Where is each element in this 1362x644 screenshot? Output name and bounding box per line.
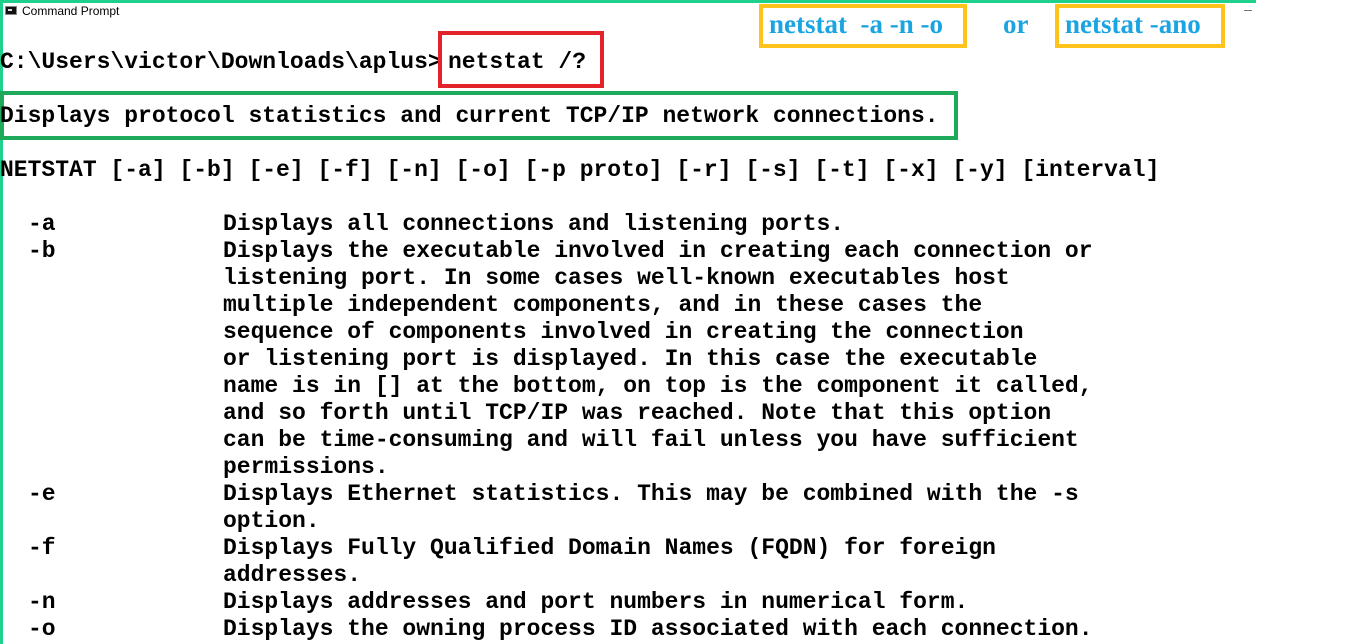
option-description-line: permissions. bbox=[223, 454, 389, 480]
annotation-or: or bbox=[1003, 9, 1029, 39]
option-description-line: Displays the executable involved in crea… bbox=[223, 238, 1093, 264]
option-description-line: multiple independent components, and in … bbox=[223, 292, 983, 318]
option-flag: -e bbox=[28, 481, 56, 507]
option-flag: -f bbox=[28, 535, 56, 561]
option-description-line: sequence of components involved in creat… bbox=[223, 319, 1024, 345]
option-description-line: Displays Fully Qualified Domain Names (F… bbox=[223, 535, 996, 561]
option-flag: -a bbox=[28, 211, 56, 237]
window-control-mark bbox=[1244, 10, 1252, 11]
option-description-line: can be time-consuming and will fail unle… bbox=[223, 427, 1079, 453]
option-description-line: or listening port is displayed. In this … bbox=[223, 346, 1038, 372]
annotation-split-flags: netstat -a -n -o bbox=[769, 9, 943, 39]
option-flag: -n bbox=[28, 589, 56, 615]
command-prompt-icon bbox=[5, 6, 17, 15]
option-flag: -b bbox=[28, 238, 56, 264]
option-description-line: Displays the owning process ID associate… bbox=[223, 616, 1093, 642]
command-prompt-window: Command Prompt netstat -a -n -o or netst… bbox=[0, 0, 1362, 644]
option-description-line: option. bbox=[223, 508, 320, 534]
usage-line: NETSTAT [-a] [-b] [-e] [-f] [-n] [-o] [-… bbox=[0, 157, 1160, 183]
option-description-line: and so forth until TCP/IP was reached. N… bbox=[223, 400, 1052, 426]
option-description-line: Displays Ethernet statistics. This may b… bbox=[223, 481, 1079, 507]
command-text[interactable]: netstat /? bbox=[448, 49, 586, 76]
annotation-combined-flags: netstat -ano bbox=[1065, 9, 1201, 39]
option-description-line: Displays all connections and listening p… bbox=[223, 211, 845, 237]
window-frame-top bbox=[0, 0, 1256, 3]
prompt-path: C:\Users\victor\Downloads\aplus> bbox=[0, 49, 442, 75]
option-description-line: Displays addresses and port numbers in n… bbox=[223, 589, 969, 615]
window-title: Command Prompt bbox=[22, 4, 120, 18]
option-description-line: addresses. bbox=[223, 562, 362, 588]
description-text: Displays protocol statistics and current… bbox=[0, 103, 939, 129]
option-flag: -o bbox=[28, 616, 56, 642]
option-description-line: name is in [] at the bottom, on top is t… bbox=[223, 373, 1093, 399]
option-description-line: listening port. In some cases well-known… bbox=[223, 265, 1010, 291]
